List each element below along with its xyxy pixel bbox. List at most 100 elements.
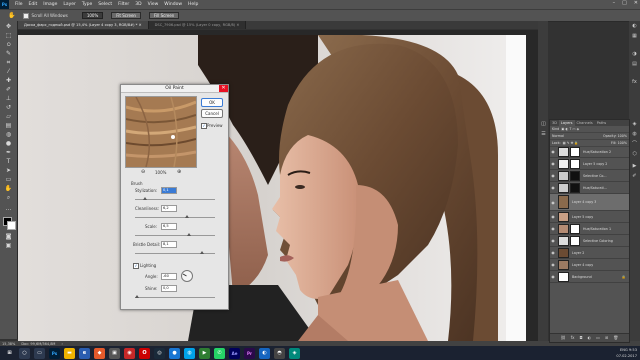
menu-view[interactable]: View <box>148 2 159 7</box>
path-select-icon[interactable]: ➤ <box>4 167 13 175</box>
slider-thumb[interactable] <box>143 197 147 200</box>
windows-start-icon[interactable]: ⊞ <box>4 347 15 359</box>
layer-mask-thumbnail[interactable] <box>570 223 580 234</box>
move-tool-icon[interactable]: ✥ <box>4 23 13 31</box>
visibility-eye-icon[interactable]: ◉ <box>550 214 556 219</box>
app-icon[interactable]: ◐ <box>259 347 270 359</box>
visibility-eye-icon[interactable]: ◉ <box>550 274 556 279</box>
slider-thumb[interactable] <box>187 233 191 236</box>
menu-file[interactable]: File <box>15 2 23 7</box>
tab-document-1[interactable]: Доска_фарс_годный.psd @ 15,4% (Layer 4 c… <box>18 21 149 29</box>
cleanliness-slider[interactable] <box>135 215 215 218</box>
app-icon[interactable]: ▶ <box>199 347 210 359</box>
layer-row[interactable]: ◉ Selective Co... <box>550 170 629 182</box>
type-tool-icon[interactable]: T <box>4 158 13 166</box>
brush-tool-icon[interactable]: ✐ <box>4 86 13 94</box>
menu-edit[interactable]: Edit <box>29 2 38 7</box>
ok-button[interactable]: OK <box>201 98 223 107</box>
document-photo[interactable] <box>18 35 506 341</box>
slider-thumb[interactable] <box>135 295 139 298</box>
bristle-detail-slider[interactable] <box>135 251 215 254</box>
close-icon[interactable]: ✕ <box>634 0 638 6</box>
layer-row[interactable]: ◉ Hue/Saturation 2 <box>550 146 629 158</box>
whatsapp-icon[interactable]: ✆ <box>214 347 225 359</box>
menu-type[interactable]: Type <box>82 2 92 7</box>
hand-tool-icon[interactable]: ✋ <box>8 12 15 19</box>
history-brush-icon[interactable]: ↺ <box>4 104 13 112</box>
layer-row[interactable]: ◉ Layer 2 <box>550 247 629 259</box>
stylization-slider[interactable] <box>135 197 215 200</box>
opera-icon[interactable]: O <box>139 347 150 359</box>
pen-tool-icon[interactable]: ✒ <box>4 149 13 157</box>
blur-tool-icon[interactable]: ◍ <box>4 131 13 139</box>
zoom-in-icon[interactable]: ⊕ <box>177 169 181 175</box>
filter-kind-select[interactable]: Kind <box>552 127 559 131</box>
blend-mode-select[interactable]: Normal <box>552 134 564 138</box>
zoom-tool-icon[interactable]: ⌕ <box>4 194 13 202</box>
actions-panel-icon[interactable]: ▶ <box>631 163 638 170</box>
layer-mask-thumbnail[interactable] <box>570 235 580 246</box>
layer-row-selected[interactable]: ◉ Layer 4 copy 3 <box>550 194 629 211</box>
scale-slider[interactable] <box>135 233 215 236</box>
color-panel-icon[interactable]: ◐ <box>631 23 638 30</box>
visibility-eye-icon[interactable]: ◉ <box>550 149 556 154</box>
healing-tool-icon[interactable]: ✚ <box>4 77 13 85</box>
layer-mask-thumbnail[interactable] <box>570 170 580 181</box>
visibility-eye-icon[interactable]: ◉ <box>550 250 556 255</box>
premiere-icon[interactable]: Pr <box>244 347 255 359</box>
shine-field[interactable]: 0,0 <box>161 285 177 292</box>
file-explorer-icon[interactable]: ▬ <box>64 347 75 359</box>
layer-row[interactable]: ◉ Hue/Saturati... <box>550 182 629 194</box>
stamp-tool-icon[interactable]: ⊥ <box>4 95 13 103</box>
close-icon[interactable]: ✕ <box>219 85 228 92</box>
shape-tool-icon[interactable]: ▭ <box>4 176 13 184</box>
zoom-out-icon[interactable]: ⊖ <box>141 169 145 175</box>
visibility-eye-icon[interactable]: ◉ <box>550 262 556 267</box>
add-mask-icon[interactable]: ◘ <box>579 334 582 342</box>
opacity-field[interactable]: Opacity: 100% <box>603 134 627 138</box>
task-view-icon[interactable]: ▭ <box>34 347 45 359</box>
menu-layer[interactable]: Layer <box>63 2 76 7</box>
eyedropper-tool-icon[interactable]: ⁄ <box>4 68 13 76</box>
cleanliness-field[interactable]: 6,2 <box>161 205 177 212</box>
link-layers-icon[interactable]: ⛓ <box>561 334 566 342</box>
layer-row[interactable]: ◉ Hue/Saturation 1 <box>550 223 629 235</box>
history-panel-icon[interactable]: ◫ <box>540 121 547 128</box>
app-icon[interactable]: ▣ <box>109 347 120 359</box>
app-icon[interactable]: ● <box>169 347 180 359</box>
fill-field[interactable]: Fill: 100% <box>611 141 627 145</box>
status-zoom[interactable]: 15,38% <box>2 342 15 346</box>
layer-mask-thumbnail[interactable] <box>570 182 580 193</box>
layer-row[interactable]: ◉ Layer 5 copy 2 <box>550 158 629 170</box>
menu-help[interactable]: Help <box>188 2 198 7</box>
quick-select-tool-icon[interactable]: ✎ <box>4 50 13 58</box>
app-icon[interactable]: ◆ <box>94 347 105 359</box>
menu-select[interactable]: Select <box>98 2 112 7</box>
quick-mask-icon[interactable]: ◙ <box>4 233 13 241</box>
angle-field[interactable]: -60 <box>161 273 177 280</box>
crop-tool-icon[interactable]: ⌗ <box>4 59 13 67</box>
app-icon[interactable]: e <box>79 347 90 359</box>
properties-panel-icon[interactable]: ☰ <box>540 131 547 138</box>
layer-mask-thumbnail[interactable] <box>570 146 580 157</box>
menu-window[interactable]: Window <box>164 2 182 7</box>
libraries-panel-icon[interactable]: ▤ <box>631 61 638 68</box>
after-effects-icon[interactable]: Ae <box>229 347 240 359</box>
zoom-field[interactable]: 100% <box>81 12 104 19</box>
background-color-swatch[interactable] <box>7 221 16 230</box>
paths-panel-icon[interactable]: ⌒ <box>631 141 638 148</box>
cancel-button[interactable]: Cancel <box>201 109 223 118</box>
lock-icons[interactable]: ▦ ✎ ✥ 🔒 <box>563 141 579 145</box>
app-icon[interactable]: ◓ <box>274 347 285 359</box>
fx-icon[interactable]: fx <box>571 334 575 342</box>
new-adjustment-icon[interactable]: ◐ <box>588 334 592 342</box>
3d-panel-icon[interactable]: ⬡ <box>631 151 638 158</box>
layer-row[interactable]: ◉ Selective Coloring <box>550 235 629 247</box>
tab-layers[interactable]: Layers <box>558 120 575 126</box>
lasso-tool-icon[interactable]: ഠ <box>4 41 13 49</box>
tray-language[interactable]: ENG <box>620 348 628 352</box>
layer-row[interactable]: ◉ Layer 4 copy <box>550 259 629 271</box>
visibility-eye-icon[interactable]: ◉ <box>550 185 556 190</box>
app-icon[interactable]: ◉ <box>124 347 135 359</box>
fit-screen-button[interactable]: Fit Screen <box>111 12 141 19</box>
